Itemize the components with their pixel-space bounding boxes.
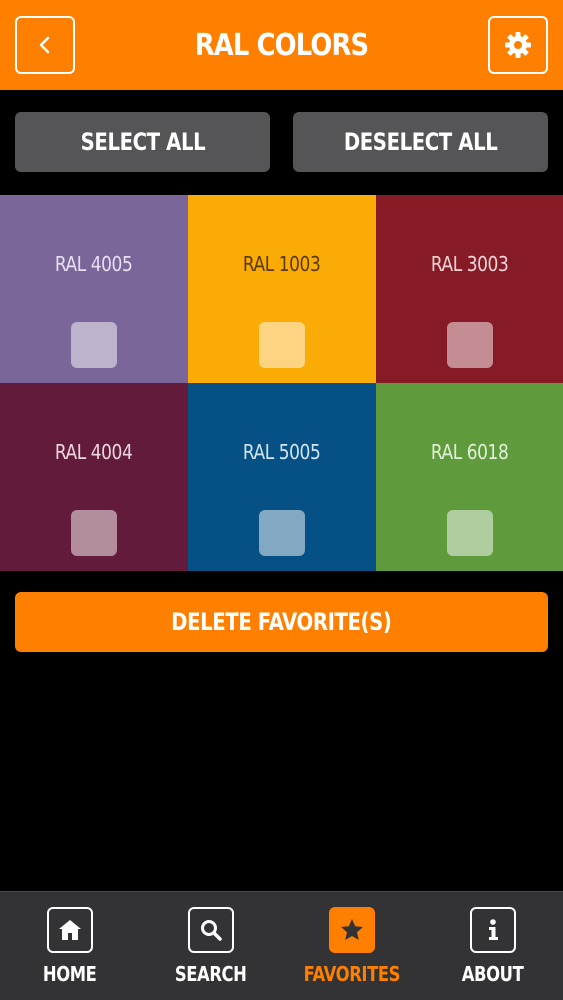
color-checkbox[interactable] xyxy=(447,510,493,556)
color-name: RAL 4005 xyxy=(55,252,133,276)
select-all-button[interactable]: SELECT ALL xyxy=(15,112,270,172)
color-checkbox[interactable] xyxy=(71,322,117,368)
search-icon xyxy=(201,920,222,941)
color-tile-ral-6018[interactable]: RAL 6018 xyxy=(376,383,563,571)
settings-button[interactable] xyxy=(488,16,548,74)
color-grid: RAL 4005 RAL 1003 RAL 3003 RAL 4004 RAL … xyxy=(0,195,563,571)
tab-home[interactable]: HOME xyxy=(0,892,140,1000)
color-checkbox[interactable] xyxy=(259,510,305,556)
deselect-all-button[interactable]: DESELECT ALL xyxy=(293,112,548,172)
gear-icon xyxy=(505,32,531,58)
bottom-tab-bar: HOME SEARCH FAVORITES ABOUT xyxy=(0,891,563,1000)
color-checkbox[interactable] xyxy=(447,322,493,368)
color-name: RAL 3003 xyxy=(430,252,509,276)
home-icon xyxy=(59,920,81,940)
tab-favorites[interactable]: FAVORITES xyxy=(282,892,422,1000)
color-tile-ral-4005[interactable]: RAL 4005 xyxy=(0,195,188,383)
color-tile-ral-5005[interactable]: RAL 5005 xyxy=(188,383,376,571)
color-name: RAL 4004 xyxy=(55,440,133,464)
color-checkbox[interactable] xyxy=(259,322,305,368)
color-name: RAL 5005 xyxy=(243,440,321,464)
chevron-left-icon xyxy=(39,36,50,54)
color-name: RAL 1003 xyxy=(243,252,321,276)
tab-label: SEARCH xyxy=(175,962,247,986)
tab-label: ABOUT xyxy=(462,962,524,986)
tab-search[interactable]: SEARCH xyxy=(141,892,281,1000)
select-all-label: SELECT ALL xyxy=(80,128,205,156)
color-tile-ral-1003[interactable]: RAL 1003 xyxy=(188,195,376,383)
delete-favorites-button[interactable]: DELETE FAVORITE(S) xyxy=(15,592,548,652)
page-title: RAL COLORS xyxy=(194,27,369,63)
star-icon xyxy=(341,919,363,940)
color-name: RAL 6018 xyxy=(430,440,509,464)
tab-about[interactable]: ABOUT xyxy=(423,892,563,1000)
color-tile-ral-3003[interactable]: RAL 3003 xyxy=(376,195,563,383)
back-button[interactable] xyxy=(15,16,75,74)
tab-label: HOME xyxy=(43,962,97,986)
delete-favorites-label: DELETE FAVORITE(S) xyxy=(171,608,392,636)
tab-label: FAVORITES xyxy=(303,962,401,986)
color-tile-ral-4004[interactable]: RAL 4004 xyxy=(0,383,188,571)
color-checkbox[interactable] xyxy=(71,510,117,556)
app-header: RAL COLORS xyxy=(0,0,563,90)
deselect-all-label: DESELECT ALL xyxy=(343,128,498,156)
info-icon xyxy=(489,919,498,940)
